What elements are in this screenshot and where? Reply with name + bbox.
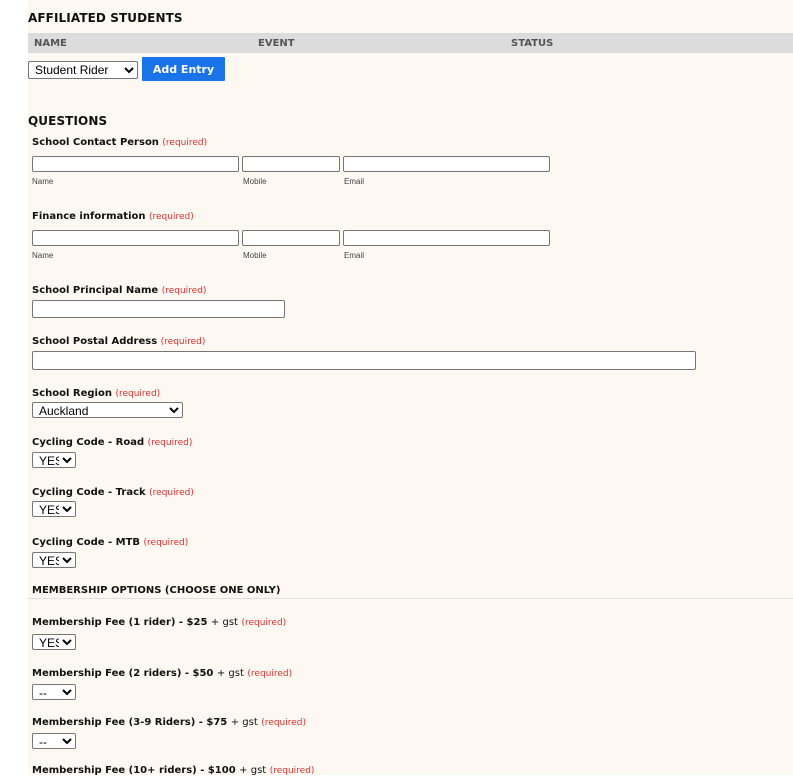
membership-divider [28, 598, 793, 599]
contact-email-input[interactable] [343, 156, 550, 172]
contact-person-label: School Contact Person (required) [32, 137, 208, 148]
fee-4-label: Membership Fee (10+ riders) - $100 + gst… [32, 765, 315, 776]
code-track-select[interactable]: YES [32, 501, 76, 517]
questions-heading: QUESTIONS [28, 114, 108, 128]
membership-heading: MEMBERSHIP OPTIONS (CHOOSE ONE ONLY) [32, 585, 281, 596]
finance-name-input[interactable] [32, 230, 239, 246]
affiliated-table-header: NAME EVENT STATUS [28, 33, 793, 53]
column-status: STATUS [511, 38, 554, 49]
affiliated-students-heading: AFFILIATED STUDENTS [28, 11, 183, 25]
fee-1-select[interactable]: YES [32, 634, 76, 650]
contact-mobile-sublabel: Mobile [243, 177, 267, 186]
fee-1-label: Membership Fee (1 rider) - $25 + gst (re… [32, 617, 287, 628]
fee-2-label: Membership Fee (2 riders) - $50 + gst (r… [32, 668, 293, 679]
code-road-label: Cycling Code - Road (required) [32, 437, 193, 448]
column-event: EVENT [258, 38, 295, 49]
finance-mobile-sublabel: Mobile [243, 251, 267, 260]
code-mtb-select[interactable]: YES [32, 552, 76, 568]
code-track-label: Cycling Code - Track (required) [32, 487, 194, 498]
principal-name-input[interactable] [32, 300, 285, 318]
finance-email-sublabel: Email [344, 251, 365, 260]
postal-address-label: School Postal Address (required) [32, 336, 206, 347]
fee-2-select[interactable]: -- [32, 684, 76, 700]
finance-name-sublabel: Name [32, 251, 54, 260]
postal-address-input[interactable] [32, 351, 696, 370]
code-road-select[interactable]: YES [32, 452, 76, 468]
code-mtb-label: Cycling Code - MTB (required) [32, 537, 189, 548]
finance-email-input[interactable] [343, 230, 550, 246]
region-select[interactable]: Auckland [32, 402, 183, 418]
region-label: School Region (required) [32, 388, 161, 399]
finance-mobile-input[interactable] [242, 230, 340, 246]
contact-name-input[interactable] [32, 156, 239, 172]
student-type-select[interactable]: Student Rider [28, 61, 138, 79]
contact-mobile-input[interactable] [242, 156, 340, 172]
add-entry-button[interactable]: Add Entry [142, 57, 225, 81]
contact-email-sublabel: Email [344, 177, 365, 186]
contact-name-sublabel: Name [32, 177, 54, 186]
fee-3-select[interactable]: -- [32, 733, 76, 749]
column-name: NAME [34, 38, 67, 49]
fee-3-label: Membership Fee (3-9 Riders) - $75 + gst … [32, 717, 307, 728]
finance-label: Finance information (required) [32, 211, 194, 222]
principal-label: School Principal Name (required) [32, 285, 207, 296]
